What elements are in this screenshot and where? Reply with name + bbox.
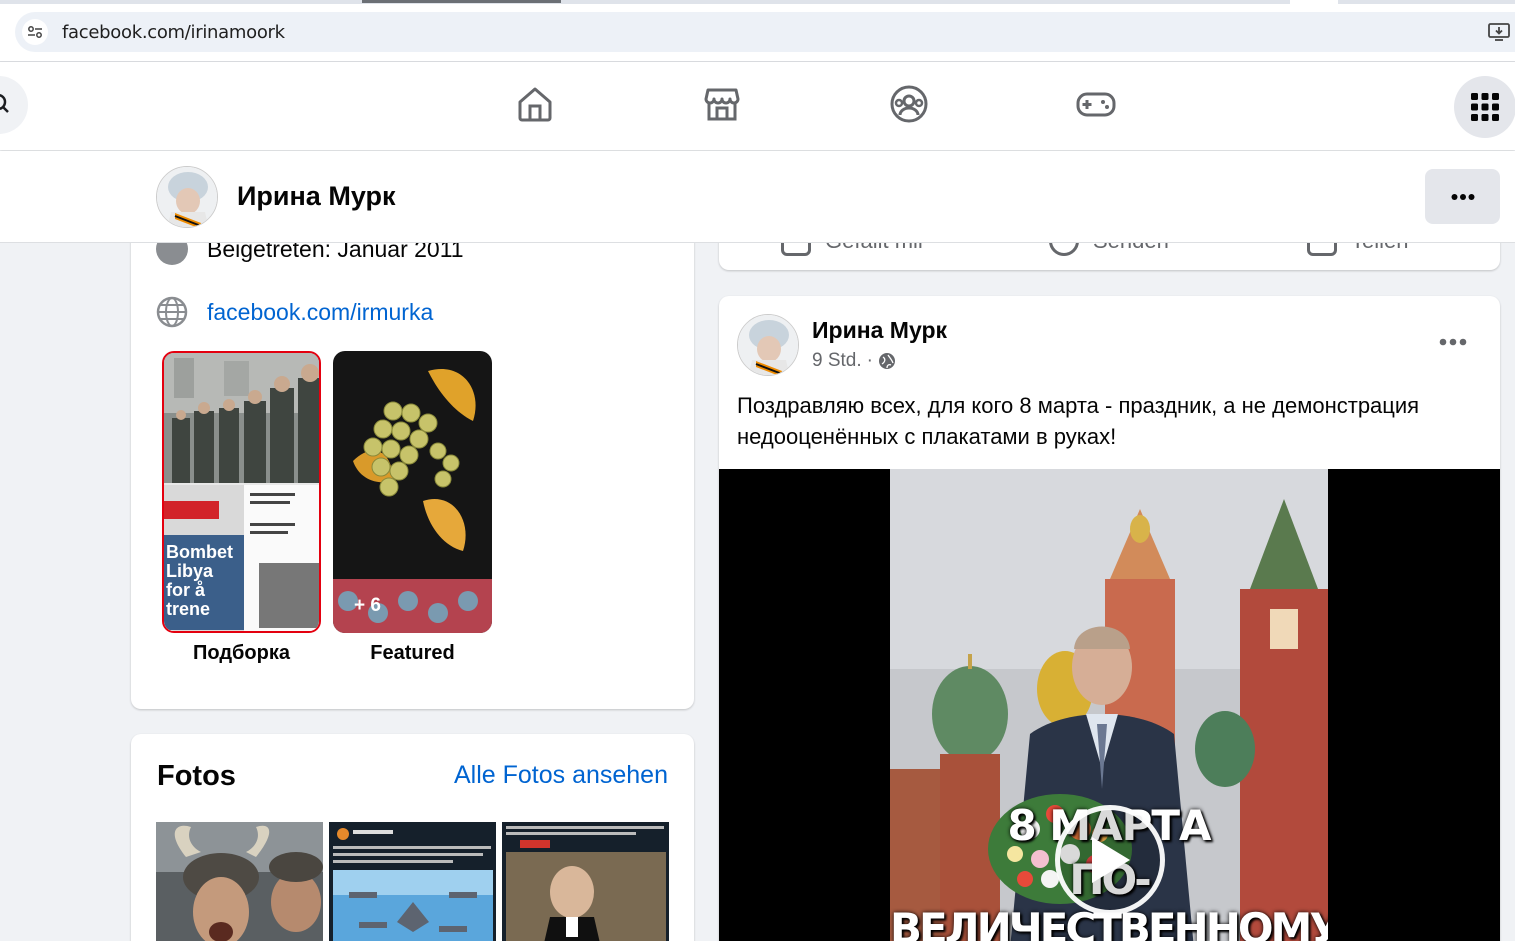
browser-toolbar: facebook.com/irinamoork bbox=[0, 0, 1515, 62]
play-button[interactable] bbox=[1055, 805, 1165, 915]
highlight-collection[interactable]: Bombet Libya for å trene bbox=[162, 351, 321, 633]
globe-icon bbox=[156, 296, 188, 328]
play-icon bbox=[1092, 837, 1130, 883]
site-settings-icon[interactable] bbox=[22, 19, 48, 45]
website-link[interactable]: facebook.com/irmurka bbox=[207, 299, 433, 326]
facebook-top-nav bbox=[0, 62, 1515, 150]
groups-icon[interactable] bbox=[889, 84, 929, 124]
active-tab-indicator[interactable] bbox=[362, 0, 561, 3]
see-all-photos-link[interactable]: Alle Fotos ansehen bbox=[454, 761, 668, 790]
profile-options-button[interactable] bbox=[1425, 169, 1500, 224]
tab-strip-gap bbox=[1290, 0, 1338, 4]
highlight-count: + 6 bbox=[354, 595, 381, 616]
install-app-icon[interactable] bbox=[1487, 21, 1511, 43]
highlight-thumbnail bbox=[333, 351, 492, 633]
photo-thumbnail[interactable] bbox=[502, 822, 669, 941]
marketplace-icon[interactable] bbox=[702, 84, 742, 124]
highlight-thumbnail: Bombet Libya for å trene bbox=[164, 353, 319, 631]
photos-title: Fotos bbox=[157, 760, 236, 792]
video-player[interactable]: 8 МАРТА ПО-ВЕЛИЧЕСТВЕННОМУ bbox=[719, 469, 1500, 941]
profile-header: Ирина Мурк bbox=[0, 151, 1515, 243]
post-card: Ирина Мурк 9 Std. · Поздравляю всех, для… bbox=[719, 296, 1500, 941]
website-row: facebook.com/irmurka bbox=[156, 296, 433, 328]
highlight-featured[interactable]: + 6 bbox=[333, 351, 492, 633]
svg-text:for å: for å bbox=[166, 580, 206, 600]
gaming-icon[interactable] bbox=[1076, 84, 1116, 124]
search-button[interactable] bbox=[0, 76, 28, 134]
meta-separator: · bbox=[866, 350, 873, 371]
avatar[interactable] bbox=[737, 314, 799, 376]
tab-strip bbox=[0, 0, 1515, 4]
url-text[interactable]: facebook.com/irinamoork bbox=[62, 22, 285, 43]
post-meta: 9 Std. · bbox=[812, 350, 896, 372]
profile-name[interactable]: Ирина Мурк bbox=[237, 181, 395, 212]
highlight-label[interactable]: Featured bbox=[333, 642, 492, 665]
post-time[interactable]: 9 Std. bbox=[812, 350, 862, 372]
svg-text:Bombet: Bombet bbox=[166, 542, 233, 562]
grid-icon bbox=[1471, 93, 1499, 121]
highlight-label[interactable]: Подборка bbox=[162, 642, 321, 665]
post-text: Поздравляю всех, для кого 8 марта - праз… bbox=[737, 393, 1420, 449]
menu-grid-button[interactable] bbox=[1454, 76, 1515, 138]
photo-thumbnail[interactable] bbox=[329, 822, 496, 941]
post-author[interactable]: Ирина Мурк bbox=[812, 317, 947, 344]
post-options-button[interactable] bbox=[1436, 332, 1470, 352]
svg-text:Libya: Libya bbox=[166, 561, 214, 581]
avatar[interactable] bbox=[156, 166, 218, 228]
svg-text:trene: trene bbox=[166, 599, 210, 619]
photos-card: Fotos Alle Fotos ansehen bbox=[131, 734, 694, 941]
globe-icon bbox=[878, 352, 896, 370]
more-icon bbox=[1451, 193, 1474, 200]
photo-thumbnail[interactable] bbox=[156, 822, 323, 941]
home-icon[interactable] bbox=[515, 84, 555, 124]
intro-card: Beigetreten: Januar 2011 facebook.com/ir… bbox=[131, 200, 694, 709]
address-bar[interactable]: facebook.com/irinamoork bbox=[15, 12, 1515, 52]
more-icon bbox=[1439, 338, 1467, 346]
